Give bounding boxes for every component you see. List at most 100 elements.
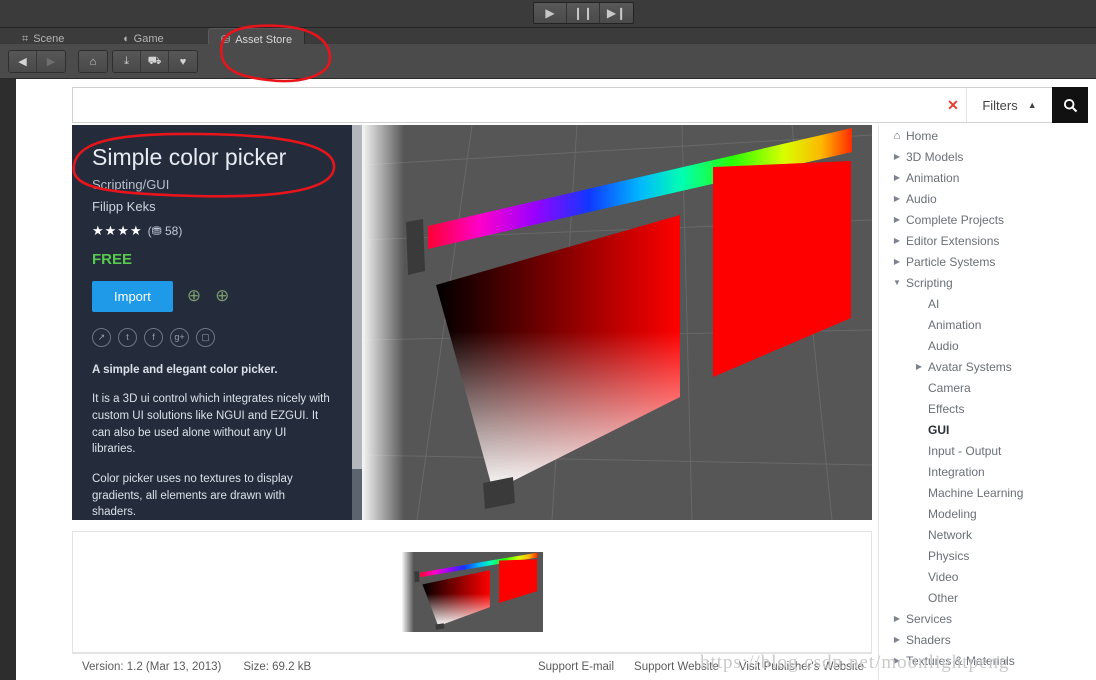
asset-actions: Import ⊕ ⊕ bbox=[92, 280, 332, 312]
category-item-complete-projects[interactable]: ▶ Complete Projects bbox=[888, 209, 1088, 230]
facebook-icon[interactable]: f bbox=[144, 327, 163, 347]
category-item-effects[interactable]: Effects bbox=[888, 398, 1088, 419]
category-label: Animation bbox=[906, 170, 960, 185]
chevron-right-icon[interactable]: ▶ bbox=[888, 152, 906, 161]
asset-category[interactable]: Scripting/GUI bbox=[92, 177, 332, 192]
home-nav-group: ⌂ bbox=[78, 50, 108, 73]
add-to-wishlist-icon[interactable]: ⊕ bbox=[187, 286, 201, 306]
star-rating-icon: ★★★★ bbox=[92, 222, 143, 238]
search-bar: ✕ Filters ▲ bbox=[72, 87, 1088, 123]
category-label: Shaders bbox=[906, 632, 951, 647]
description-paragraph: It is a 3D ui control which integrates n… bbox=[92, 393, 330, 456]
category-item-3d-models[interactable]: ▶ 3D Models bbox=[888, 146, 1088, 167]
category-label: Audio bbox=[906, 191, 937, 206]
category-label: Network bbox=[928, 527, 973, 542]
asset-version: Version: 1.2 (Mar 13, 2013) bbox=[82, 661, 222, 673]
category-item-particle-systems[interactable]: ▶ Particle Systems bbox=[888, 251, 1088, 272]
forward-button: ▶ bbox=[37, 51, 65, 72]
category-item-ai[interactable]: AI bbox=[888, 293, 1088, 314]
category-item-audio[interactable]: ▶ Audio bbox=[888, 188, 1088, 209]
watermark-text: https://blog.csdn.net/moonlightpeng bbox=[700, 652, 1010, 673]
category-item-modeling[interactable]: Modeling bbox=[888, 503, 1088, 524]
category-item-animation[interactable]: Animation bbox=[888, 314, 1088, 335]
step-button-glyph: ▶❙ bbox=[606, 6, 627, 20]
chevron-right-icon[interactable]: ▶ bbox=[888, 257, 906, 266]
twitter-icon[interactable]: t bbox=[118, 327, 137, 347]
category-item-video[interactable]: Video bbox=[888, 566, 1088, 587]
category-item-physics[interactable]: Physics bbox=[888, 545, 1088, 566]
asset-store-page: ✕ Filters ▲ Simple color picker Scriptin… bbox=[16, 79, 1096, 680]
asset-title: Simple color picker bbox=[92, 144, 287, 170]
category-label: Video bbox=[928, 569, 959, 584]
social-share-row: ↗ t f g+ ▢ bbox=[92, 327, 332, 347]
thumbnail-gallery bbox=[72, 531, 872, 653]
unity-top-toolbar: ▶ ❙❙ ▶❙ bbox=[0, 0, 1096, 28]
play-button[interactable]: ▶ bbox=[534, 3, 567, 23]
category-item-services[interactable]: ▶ Services bbox=[888, 608, 1088, 629]
category-label: Effects bbox=[928, 401, 965, 416]
asset-publisher[interactable]: Filipp Keks bbox=[92, 199, 332, 214]
add-to-list-icon[interactable]: ⊕ bbox=[215, 286, 229, 306]
filters-button[interactable]: Filters ▲ bbox=[966, 87, 1052, 123]
category-label: Particle Systems bbox=[906, 254, 996, 269]
playback-controls: ▶ ❙❙ ▶❙ bbox=[533, 2, 634, 24]
chevron-down-icon[interactable]: ▼ bbox=[888, 278, 906, 287]
search-input[interactable] bbox=[72, 87, 940, 123]
unity-editor-window: ▶❙❙▶❙ ⌗Scene◖Game⛁Asset Store ◀▶ ⌂ ⤓⛟♥ 1… bbox=[0, 0, 1096, 680]
category-item-home[interactable]: ⌂ Home bbox=[888, 125, 1088, 146]
category-item-integration[interactable]: Integration bbox=[888, 461, 1088, 482]
back-button[interactable]: ◀ bbox=[9, 51, 37, 72]
category-label: Scripting bbox=[906, 275, 953, 290]
chevron-right-icon[interactable]: ▶ bbox=[888, 635, 906, 644]
cart-button[interactable]: ⛟ bbox=[141, 51, 169, 72]
import-button[interactable]: Import bbox=[92, 280, 173, 312]
chevron-right-icon[interactable]: ▶ bbox=[888, 215, 906, 224]
category-item-other[interactable]: Other bbox=[888, 587, 1088, 608]
home-icon: ⌂ bbox=[893, 129, 901, 142]
category-label: Modeling bbox=[928, 506, 977, 521]
category-item-camera[interactable]: Camera bbox=[888, 377, 1088, 398]
category-label: Integration bbox=[928, 464, 985, 479]
share-link-icon[interactable]: ↗ bbox=[92, 327, 111, 347]
chevron-right-icon[interactable]: ▶ bbox=[888, 173, 906, 182]
thumbnail-item[interactable] bbox=[401, 552, 543, 632]
footer-link-support-e-mail[interactable]: Support E-mail bbox=[538, 661, 614, 673]
asset-size: Size: 69.2 kB bbox=[243, 661, 312, 673]
chevron-right-icon[interactable]: ▶ bbox=[888, 194, 906, 203]
category-label: Complete Projects bbox=[906, 212, 1005, 227]
chevron-right-icon[interactable]: ▶ bbox=[888, 614, 906, 623]
category-item-gui[interactable]: GUI bbox=[888, 419, 1088, 440]
asset-preview-image[interactable] bbox=[362, 125, 872, 520]
pause-button[interactable]: ❙❙ bbox=[567, 3, 600, 23]
chevron-right-icon[interactable]: ▶ bbox=[888, 236, 906, 245]
detail-scrollbar[interactable] bbox=[352, 125, 362, 520]
downloads-button[interactable]: ⤓ bbox=[113, 51, 141, 72]
category-label: Machine Learning bbox=[928, 485, 1024, 500]
description-paragraph: Color picker uses no textures to display… bbox=[92, 473, 293, 519]
category-label: Avatar Systems bbox=[928, 359, 1012, 374]
step-button[interactable]: ▶❙ bbox=[600, 3, 633, 23]
category-label: 3D Models bbox=[906, 149, 964, 164]
category-item-editor-extensions[interactable]: ▶ Editor Extensions bbox=[888, 230, 1088, 251]
category-label: Other bbox=[928, 590, 959, 605]
category-item-animation[interactable]: ▶ Animation bbox=[888, 167, 1088, 188]
favorites-button[interactable]: ♥ bbox=[169, 51, 197, 72]
chevron-right-icon[interactable]: ▶ bbox=[910, 362, 928, 371]
category-item-input-output[interactable]: Input - Output bbox=[888, 440, 1088, 461]
category-item-scripting[interactable]: ▼ Scripting bbox=[888, 272, 1088, 293]
search-submit-button[interactable] bbox=[1052, 87, 1088, 123]
category-item-audio[interactable]: Audio bbox=[888, 335, 1088, 356]
pause-button-glyph: ❙❙ bbox=[572, 6, 594, 20]
preview-3d-scene bbox=[362, 125, 872, 520]
category-item-shaders[interactable]: ▶ Shaders bbox=[888, 629, 1088, 650]
home-button[interactable]: ⌂ bbox=[79, 51, 107, 72]
category-item-avatar-systems[interactable]: ▶ Avatar Systems bbox=[888, 356, 1088, 377]
detail-scrollbar-thumb[interactable] bbox=[352, 125, 362, 469]
category-label: Editor Extensions bbox=[906, 233, 1000, 248]
category-label: Services bbox=[906, 611, 953, 626]
clear-search-button[interactable]: ✕ bbox=[940, 87, 966, 123]
category-item-machine-learning[interactable]: Machine Learning bbox=[888, 482, 1088, 503]
comment-icon[interactable]: ▢ bbox=[196, 327, 215, 347]
googleplus-icon[interactable]: g+ bbox=[170, 327, 189, 347]
category-item-network[interactable]: Network bbox=[888, 524, 1088, 545]
